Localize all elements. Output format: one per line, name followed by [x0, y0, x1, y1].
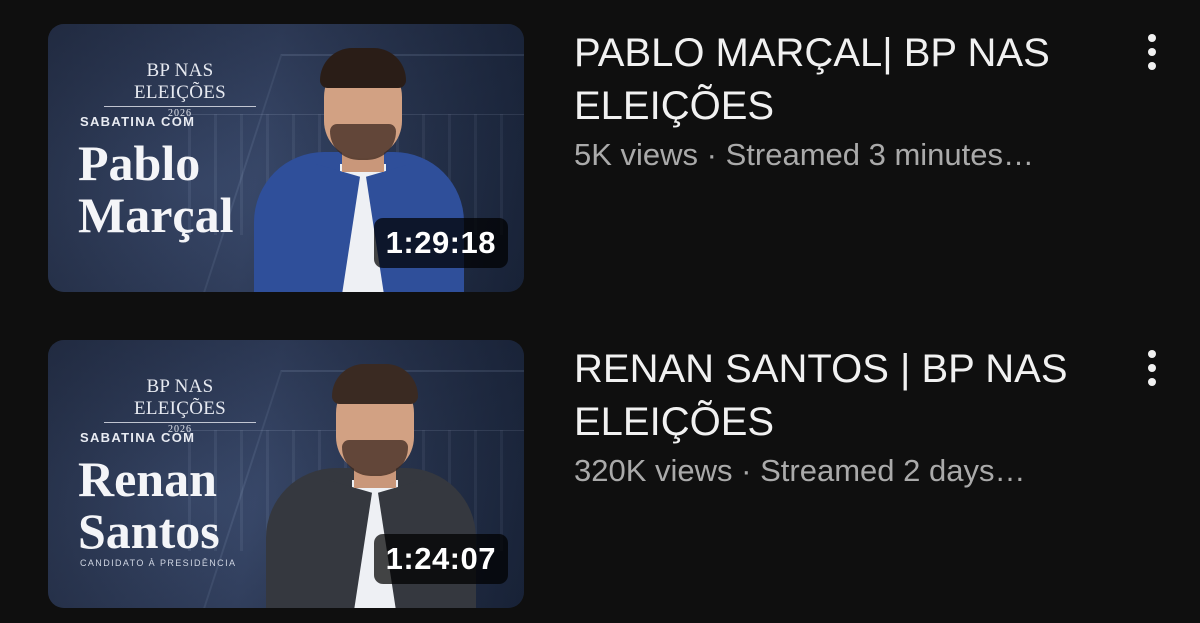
brand-name: BP NAS ELEIÇÕES: [104, 376, 256, 423]
more-vert-icon: [1148, 34, 1156, 42]
brand-name: BP NAS ELEIÇÕES: [104, 60, 256, 107]
view-count: 5K views: [574, 137, 699, 172]
meta-separator: ·: [732, 453, 761, 488]
video-thumbnail[interactable]: BP NAS ELEIÇÕES 2026 SABATINA COM Pablo …: [48, 24, 524, 292]
more-options-button[interactable]: [1140, 348, 1164, 388]
video-stats: 320K views · Streamed 2 days…: [574, 451, 1144, 491]
more-vert-icon-dot: [1148, 378, 1156, 386]
video-thumbnail[interactable]: BP NAS ELEIÇÕES 2026 SABATINA COM Renan …: [48, 340, 524, 608]
meta-separator: ·: [698, 137, 726, 172]
more-vert-icon-dot: [1148, 62, 1156, 70]
more-vert-icon: [1148, 350, 1156, 358]
more-options-button[interactable]: [1140, 32, 1164, 72]
video-feed: BP NAS ELEIÇÕES 2026 SABATINA COM Pablo …: [0, 0, 1200, 623]
thumbnail-name-last: Santos: [78, 503, 220, 559]
stream-time: Streamed 3 minutes…: [725, 137, 1035, 172]
duration-badge: 1:24:07: [373, 534, 508, 584]
thumbnail-kicker: SABATINA COM: [80, 114, 196, 129]
thumbnail-name-first: Renan: [78, 451, 217, 507]
video-details: RENAN SANTOS | BP NAS ELEIÇÕES 320K view…: [574, 343, 1134, 491]
video-title[interactable]: RENAN SANTOS | BP NAS ELEIÇÕES: [574, 343, 1114, 449]
thumbnail-brand-logo: BP NAS ELEIÇÕES 2026: [104, 376, 256, 435]
thumbnail-subcaption: CANDIDATO À PRESIDÊNCIA: [80, 558, 237, 568]
thumbnail-brand-logo: BP NAS ELEIÇÕES 2026: [104, 60, 256, 119]
video-stats: 5K views · Streamed 3 minutes…: [574, 135, 1144, 175]
more-vert-icon-dot: [1148, 48, 1156, 56]
video-item[interactable]: BP NAS ELEIÇÕES 2026 SABATINA COM Pablo …: [0, 24, 1200, 294]
duration-badge: 1:29:18: [373, 218, 508, 268]
stream-time: Streamed 2 days…: [760, 453, 1026, 488]
thumbnail-kicker: SABATINA COM: [80, 430, 196, 445]
view-count: 320K views: [574, 453, 733, 488]
thumbnail-name-last: Marçal: [78, 187, 234, 243]
video-title[interactable]: PABLO MARÇAL| BP NAS ELEIÇÕES: [574, 27, 1114, 133]
video-details: PABLO MARÇAL| BP NAS ELEIÇÕES 5K views ·…: [574, 27, 1134, 175]
thumbnail-name-first: Pablo: [78, 135, 201, 191]
video-item[interactable]: BP NAS ELEIÇÕES 2026 SABATINA COM Renan …: [0, 340, 1200, 610]
more-vert-icon-dot: [1148, 364, 1156, 372]
